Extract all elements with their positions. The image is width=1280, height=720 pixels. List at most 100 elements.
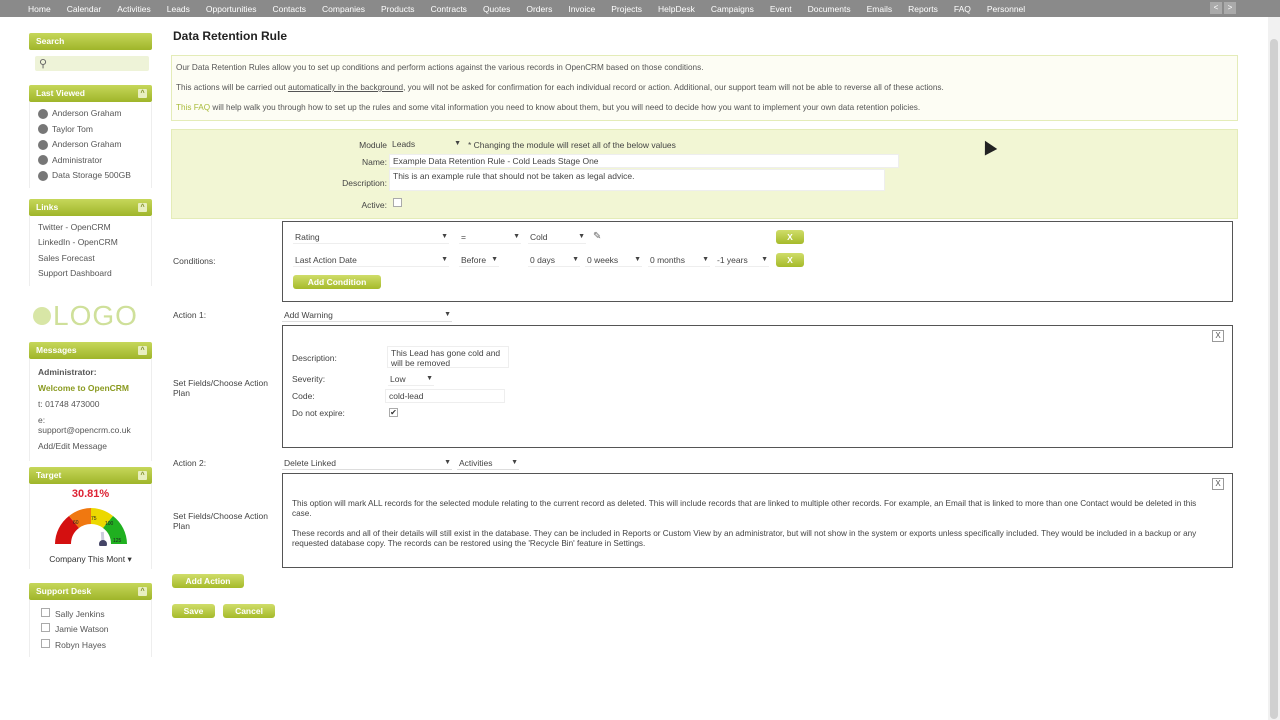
nav-emails[interactable]: Emails (867, 4, 893, 14)
gauge-tick: 60 (73, 520, 79, 526)
condition-value-select[interactable]: Cold ▼ (528, 230, 586, 244)
search-input[interactable]: ⚲ (35, 56, 149, 71)
list-item[interactable]: Anderson Graham (38, 106, 143, 122)
action2-fields-label: Set Fields/Choose Action Plan (173, 511, 268, 531)
condition-operator-select[interactable]: Before ▼ (459, 253, 499, 267)
search-panel-header[interactable]: Search (29, 33, 152, 50)
add-edit-message-link[interactable]: Add/Edit Message (38, 441, 143, 451)
actions-area: Conditions: Rating ▼ = ▼ Cold ▼ ✎ X Last Ac… (171, 219, 1238, 679)
background-link[interactable]: automatically in the background (288, 83, 403, 92)
list-item[interactable]: Sally Jenkins (38, 607, 143, 623)
nav-quotes[interactable]: Quotes (483, 4, 510, 14)
close-icon[interactable]: X (1212, 330, 1224, 342)
nav-documents[interactable]: Documents (808, 4, 851, 14)
rule-details-form: Module Leads ▼ * Changing the module will… (171, 129, 1238, 219)
description-textarea[interactable]: This is an example rule that should not … (389, 169, 885, 191)
scrollbar-thumb[interactable] (1270, 39, 1278, 719)
add-action-button[interactable]: Add Action (172, 574, 244, 588)
list-item[interactable]: Twitter - OpenCRM (38, 220, 143, 236)
condition-field-select[interactable]: Rating ▼ (293, 230, 449, 244)
collapse-icon[interactable]: ^ (138, 586, 147, 596)
message-email[interactable]: support@opencrm.co.uk (38, 425, 143, 435)
pencil-icon[interactable]: ✎ (593, 231, 601, 242)
nav-opportunities[interactable]: Opportunities (206, 4, 257, 14)
nav-calendar[interactable]: Calendar (67, 4, 102, 14)
list-item[interactable]: LinkedIn - OpenCRM (38, 235, 143, 251)
nav-personnel[interactable]: Personnel (987, 4, 1025, 14)
nav-invoice[interactable]: Invoice (568, 4, 595, 14)
nav-reports[interactable]: Reports (908, 4, 938, 14)
list-item[interactable]: Robyn Hayes (38, 638, 143, 654)
nav-contacts[interactable]: Contacts (272, 4, 306, 14)
collapse-icon[interactable]: ^ (138, 202, 147, 212)
module-select[interactable]: Leads ▼ (390, 137, 462, 151)
list-item[interactable]: Support Dashboard (38, 266, 143, 282)
nav-faq[interactable]: FAQ (954, 4, 971, 14)
nav-contracts[interactable]: Contracts (431, 4, 467, 14)
remove-condition-button[interactable]: X (776, 253, 804, 267)
collapse-icon[interactable]: ^ (138, 345, 147, 355)
list-item[interactable]: Taylor Tom (38, 122, 143, 138)
nav-orders[interactable]: Orders (526, 4, 552, 14)
do-not-expire-checkbox[interactable]: ✔ (389, 408, 398, 417)
save-button[interactable]: Save (172, 604, 215, 618)
nav-home[interactable]: Home (28, 4, 51, 14)
nav-products[interactable]: Products (381, 4, 415, 14)
collapse-icon[interactable]: ^ (138, 470, 147, 480)
chevron-down-icon: ▼ (441, 233, 448, 240)
checkbox[interactable] (41, 623, 50, 632)
action2-select[interactable]: Delete Linked ▼ (282, 456, 452, 470)
severity-select[interactable]: Low ▼ (388, 372, 434, 386)
list-item[interactable]: Sales Forecast (38, 251, 143, 267)
nav-projects[interactable]: Projects (611, 4, 642, 14)
name-input[interactable]: Example Data Retention Rule - Cold Leads… (389, 154, 899, 168)
checkbox[interactable] (41, 638, 50, 648)
target-period-select[interactable]: Company This Mont ▾ (30, 554, 151, 565)
chevron-down-icon: ▼ (426, 375, 433, 382)
support-desk-header[interactable]: Support Desk ^ (29, 582, 152, 600)
name-label: Name: (361, 157, 387, 167)
years-select[interactable]: -1 years ▼ (715, 253, 769, 267)
list-item[interactable]: Data Storage 500GB (38, 168, 143, 184)
close-icon[interactable]: X (1212, 478, 1224, 490)
last-viewed-list: Anderson Graham Taylor Tom Anderson Graham… (29, 102, 152, 188)
list-item[interactable]: Jamie Watson (38, 622, 143, 638)
chevron-down-icon: ▼ (444, 459, 451, 466)
nav-companies[interactable]: Companies (322, 4, 365, 14)
nav-campaigns[interactable]: Campaigns (711, 4, 754, 14)
action-description-textarea[interactable]: This Lead has gone cold and will be remo… (387, 346, 509, 368)
nav-event[interactable]: Event (770, 4, 792, 14)
nav-leads[interactable]: Leads (167, 4, 190, 14)
add-condition-button[interactable]: Add Condition (293, 275, 381, 289)
target-panel: 30.81% 60 75 100 125 Company This Mont ▾ (29, 483, 152, 569)
months-select[interactable]: 0 months ▼ (648, 253, 710, 267)
last-viewed-header[interactable]: Last Viewed ^ (29, 85, 152, 102)
condition-operator-select[interactable]: = ▼ (459, 230, 521, 244)
cancel-button[interactable]: Cancel (223, 604, 275, 618)
nav-prev-arrow-icon[interactable]: < (1210, 2, 1222, 14)
action2-module-select[interactable]: Activities ▼ (457, 456, 519, 470)
active-checkbox[interactable] (393, 198, 402, 207)
remove-condition-button[interactable]: X (776, 230, 804, 244)
action1-select[interactable]: Add Warning ▼ (282, 308, 452, 322)
chevron-down-icon: ▼ (491, 256, 498, 263)
checkbox[interactable] (41, 607, 50, 617)
nav-next-arrow-icon[interactable]: > (1224, 2, 1236, 14)
messages-header[interactable]: Messages ^ (29, 341, 152, 359)
faq-link[interactable]: This FAQ (176, 103, 210, 112)
list-item[interactable]: Administrator (38, 153, 143, 169)
info-line: This actions will be carried out automat… (176, 83, 944, 92)
weeks-select[interactable]: 0 weeks ▼ (585, 253, 642, 267)
nav-activities[interactable]: Activities (117, 4, 151, 14)
days-select[interactable]: 0 days ▼ (528, 253, 580, 267)
gauge-tick: 75 (91, 516, 97, 522)
nav-helpdesk[interactable]: HelpDesk (658, 4, 695, 14)
target-header[interactable]: Target ^ (29, 466, 152, 484)
links-header[interactable]: Links ^ (29, 198, 152, 216)
list-item[interactable]: Anderson Graham (38, 137, 143, 153)
chevron-down-icon: ▼ (702, 256, 709, 263)
collapse-icon[interactable]: ^ (138, 89, 147, 98)
condition-field-select[interactable]: Last Action Date ▼ (293, 253, 449, 267)
code-input[interactable]: cold-lead (385, 389, 505, 403)
scrollbar[interactable] (1268, 17, 1280, 720)
